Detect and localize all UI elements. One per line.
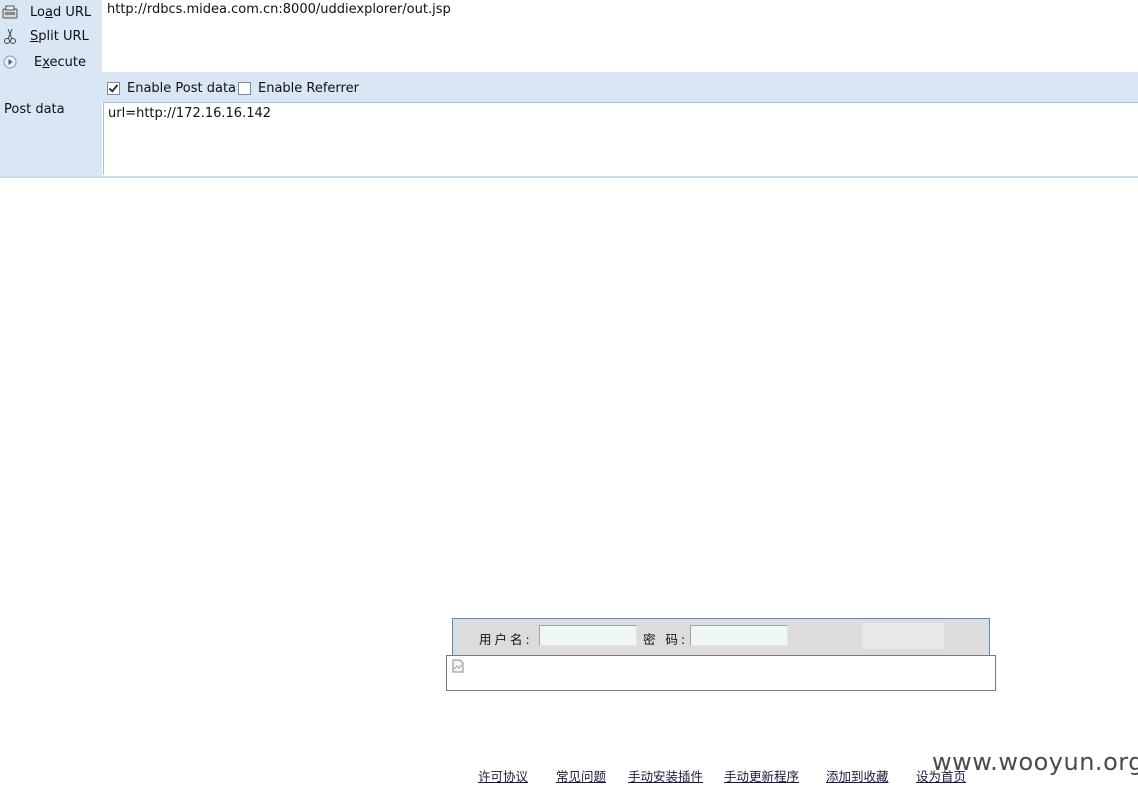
enable-referrer-label: Enable Referrer [258,81,359,96]
password-label: 密 码: [643,632,689,647]
broken-image-icon [452,659,464,673]
enable-referrer-checkbox[interactable]: Enable Referrer [238,81,359,96]
post-data-label: Post data [4,102,65,117]
login-button[interactable] [862,623,944,649]
footer-link-install-plugin[interactable]: 手动安装插件 [628,766,703,785]
post-data-value: url=http://172.16.16.142 [108,106,272,121]
enable-post-label: Enable Post data [127,81,237,96]
hackbar-bottom-border [0,176,1138,178]
url-value: http://rdbcs.midea.com.cn:8000/uddiexplo… [107,2,451,17]
load-url-icon [2,4,18,20]
load-url-button[interactable]: Load URL [0,0,100,24]
play-icon [2,54,18,70]
split-url-button[interactable]: Split URL [0,24,100,48]
execute-button[interactable]: Execute [0,50,100,74]
footer-link-add-favorite[interactable]: 添加到收藏 [826,766,889,785]
enable-post-checkbox[interactable]: Enable Post data [107,81,236,96]
image-frame [446,655,996,691]
checkbox-checked-icon[interactable] [107,82,120,95]
footer-link-update-program[interactable]: 手动更新程序 [724,766,799,785]
username-input[interactable] [539,625,637,646]
password-input[interactable] [690,625,788,646]
footer-link-license[interactable]: 许可协议 [478,766,528,785]
username-label: 用户名: [479,632,533,647]
watermark: www.wooyun.org [932,748,1138,776]
checkbox-unchecked-icon[interactable] [238,82,251,95]
footer-link-faq[interactable]: 常见问题 [556,766,606,785]
scissors-icon [2,28,18,44]
